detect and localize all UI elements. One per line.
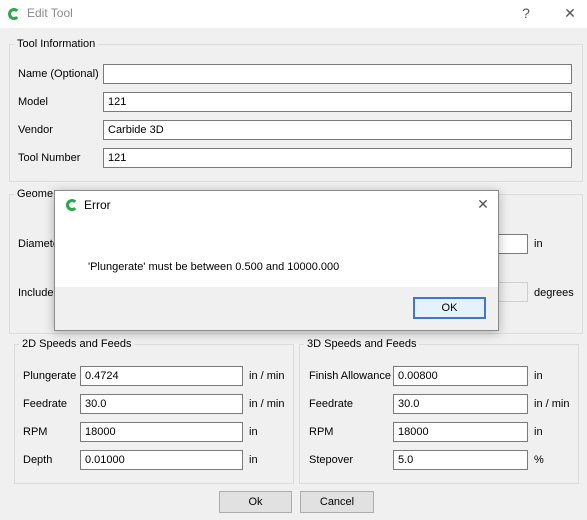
geometry-legend: Geome	[17, 188, 54, 200]
feedrate-2d-label: Feedrate	[23, 398, 68, 410]
app-logo-icon	[8, 8, 20, 20]
finish-allowance-input[interactable]	[393, 366, 528, 386]
plungerate-unit: in / min	[249, 370, 285, 382]
depth-input[interactable]	[80, 450, 243, 470]
plungerate-label: Plungerate	[23, 370, 77, 382]
error-dialog: Error ✕ 'Plungerate' must be between 0.5…	[54, 190, 499, 331]
diameter-input[interactable]	[497, 234, 528, 254]
rpm-3d-input[interactable]	[393, 422, 528, 442]
depth-label: Depth	[23, 454, 53, 466]
included-angle-unit: degrees	[534, 287, 574, 299]
rpm-2d-unit: in	[249, 426, 258, 438]
error-dialog-title: Error	[84, 198, 111, 212]
finish-allowance-unit: in	[534, 370, 543, 382]
stepover-input[interactable]	[393, 450, 528, 470]
rpm-2d-label: RPM	[23, 426, 48, 438]
tool-number-label: Tool Number	[18, 152, 81, 164]
depth-unit: in	[249, 454, 258, 466]
error-ok-button[interactable]: OK	[413, 297, 486, 319]
speeds-2d-legend: 2D Speeds and Feeds	[22, 338, 132, 350]
vendor-input[interactable]	[103, 120, 572, 140]
included-angle-label: Include	[18, 287, 54, 299]
feedrate-3d-input[interactable]	[393, 394, 528, 414]
included-angle-input	[497, 282, 528, 302]
model-label: Model	[18, 96, 48, 108]
close-icon[interactable]: ✕	[560, 5, 580, 22]
model-input[interactable]	[103, 92, 572, 112]
cancel-button[interactable]: Cancel	[300, 491, 374, 513]
window-titlebar: Edit Tool ? ✕	[0, 0, 587, 28]
plungerate-input[interactable]	[80, 366, 243, 386]
feedrate-2d-unit: in / min	[249, 398, 285, 410]
error-dialog-body: 'Plungerate' must be between 0.500 and 1…	[55, 219, 498, 287]
finish-allowance-label: Finish Allowance	[309, 370, 391, 382]
name-label: Name (Optional)	[18, 68, 99, 80]
speeds-3d-legend: 3D Speeds and Feeds	[307, 338, 417, 350]
tool-number-input[interactable]	[103, 148, 572, 168]
error-message: 'Plungerate' must be between 0.500 and 1…	[88, 261, 340, 273]
ok-button[interactable]: Ok	[219, 491, 292, 513]
feedrate-2d-input[interactable]	[80, 394, 243, 414]
feedrate-3d-label: Feedrate	[309, 398, 354, 410]
diameter-unit: in	[534, 238, 543, 250]
error-dialog-footer: OK	[55, 287, 498, 330]
vendor-label: Vendor	[18, 124, 53, 136]
stepover-label: Stepover	[309, 454, 354, 466]
rpm-2d-input[interactable]	[80, 422, 243, 442]
tool-information-legend: Tool Information	[17, 38, 96, 50]
diameter-label: Diamete	[18, 238, 59, 250]
error-dialog-close-icon[interactable]: ✕	[473, 196, 493, 213]
stepover-unit: %	[534, 454, 544, 466]
error-dialog-logo-icon	[66, 199, 78, 211]
help-icon[interactable]: ?	[516, 5, 536, 21]
name-input[interactable]	[103, 64, 572, 84]
rpm-3d-unit: in	[534, 426, 543, 438]
error-dialog-titlebar: Error ✕	[55, 191, 498, 219]
rpm-3d-label: RPM	[309, 426, 334, 438]
feedrate-3d-unit: in / min	[534, 398, 570, 410]
window-title: Edit Tool	[27, 6, 73, 20]
